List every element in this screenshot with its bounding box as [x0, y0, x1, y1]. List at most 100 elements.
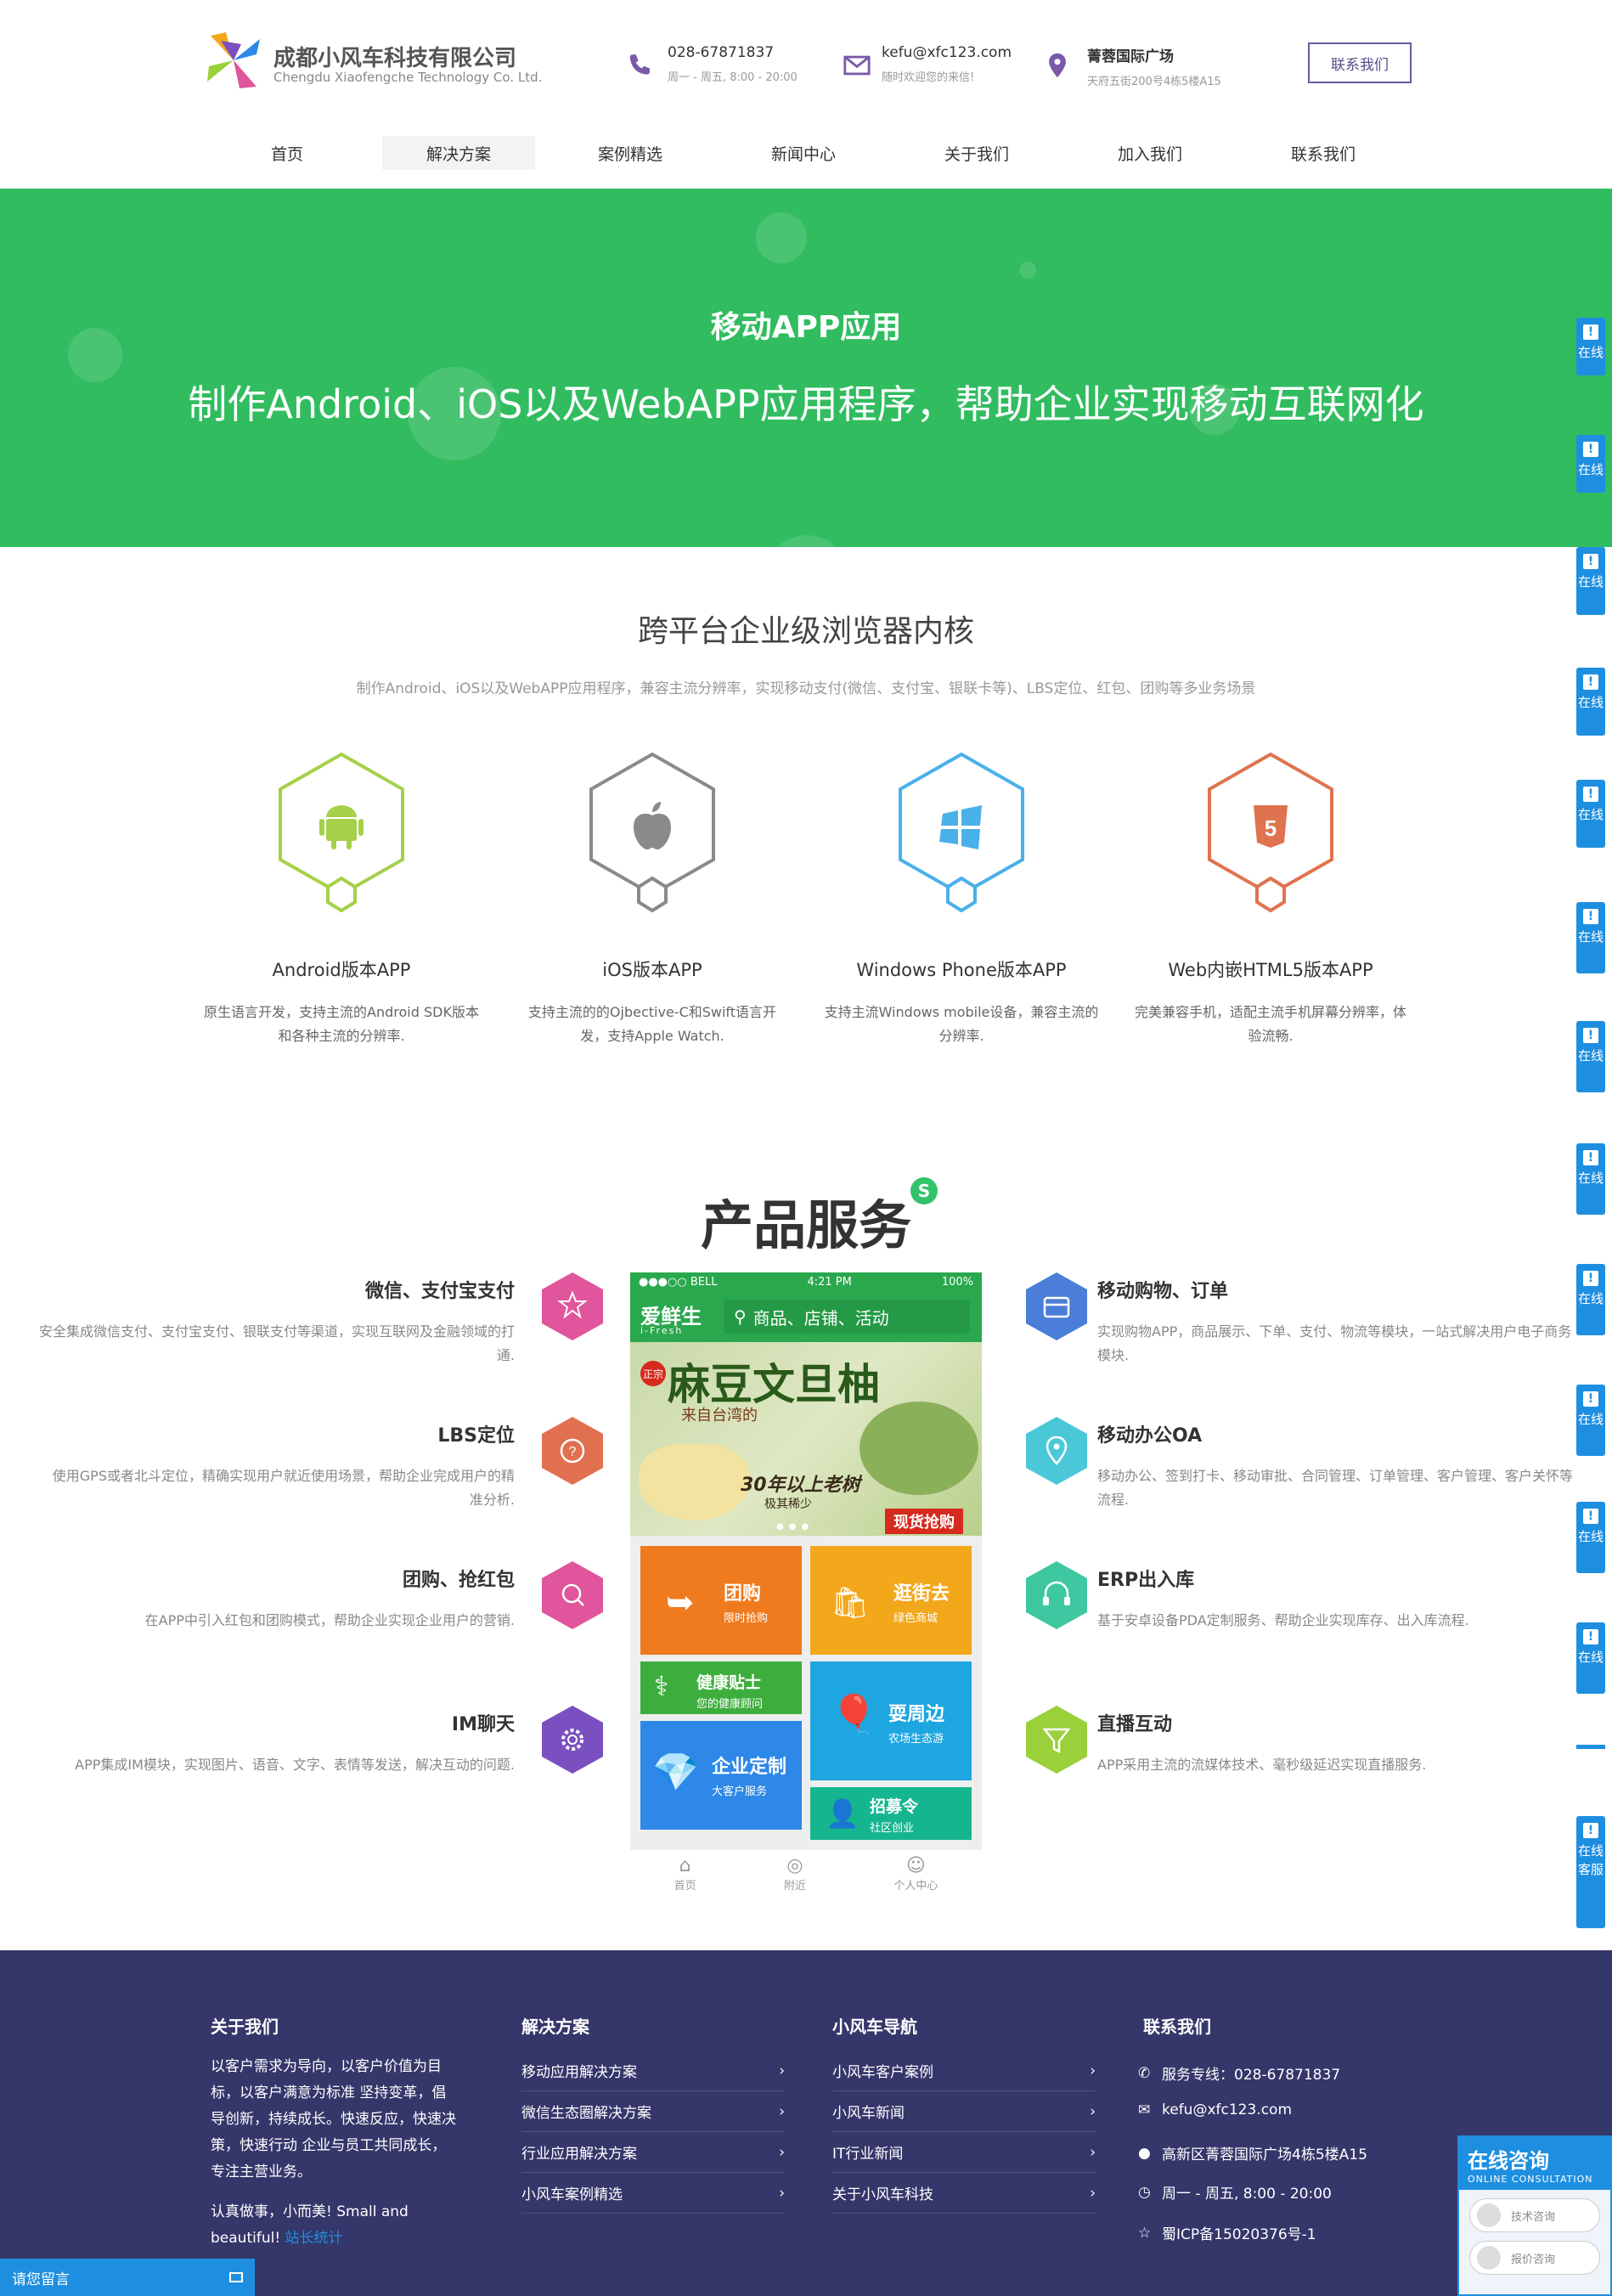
- alert-icon: !: [1583, 1150, 1598, 1165]
- location-pin-icon: [1049, 53, 1066, 78]
- company-english-name: Chengdu Xiaofengche Technology Co. Ltd.: [273, 70, 543, 85]
- online-consult-tab[interactable]: ! 在线: [1576, 435, 1605, 493]
- footer-contact-address: ● 高新区菁蓉国际广场4栋5楼A15: [1138, 2144, 1367, 2164]
- online-consult-tab[interactable]: ! 在线: [1576, 1385, 1605, 1456]
- nav-cases[interactable]: 案例精选: [554, 136, 707, 170]
- alert-icon: !: [1583, 324, 1598, 340]
- banner-cta[interactable]: 现货抢购: [885, 1509, 963, 1534]
- online-consultation-widget: 在线咨询 ONLINE CONSULTATION 技术咨询 报价咨询: [1457, 2135, 1612, 2296]
- alert-icon: !: [1583, 554, 1598, 569]
- location-icon: [1026, 1417, 1087, 1485]
- footer-nav-link[interactable]: 小风车新闻 ›: [832, 2091, 1096, 2132]
- nav-about[interactable]: 关于我们: [900, 136, 1053, 170]
- company-name: 成都小风车科技有限公司: [273, 46, 517, 71]
- price-consult-button[interactable]: 报价咨询: [1469, 2241, 1600, 2275]
- side-divider: [1576, 1745, 1605, 1749]
- html5-icon: 5: [1208, 752, 1333, 912]
- nav-contact[interactable]: 联系我们: [1247, 136, 1400, 170]
- alert-icon: !: [1583, 909, 1598, 924]
- footer-solution-link[interactable]: 微信生态圈解决方案 ›: [521, 2091, 785, 2132]
- app-search-bar[interactable]: ⚲ 商品、店铺、活动: [724, 1300, 970, 1334]
- hero-banner: 移动APP应用 制作Android、iOS以及WebAPP应用程序，帮助企业实现…: [0, 189, 1612, 547]
- footer-solution-link[interactable]: 移动应用解决方案 ›: [521, 2051, 785, 2091]
- tab-profile[interactable]: ☺ 个人中心: [893, 1855, 938, 1893]
- online-consult-tab[interactable]: ! 在线: [1576, 668, 1605, 736]
- alert-icon: !: [1583, 674, 1598, 690]
- online-consult-tab[interactable]: ! 在线: [1576, 1021, 1605, 1092]
- footer-solution-link[interactable]: 行业应用解决方案 ›: [521, 2132, 785, 2173]
- tile-recruit[interactable]: 👤 招募令 社区创业: [810, 1787, 972, 1840]
- feature-oa: 移动办公OA 移动办公、签到打卡、移动审批、合同管理、订单管理、客户管理、客户关…: [1097, 1425, 1574, 1508]
- stats-link[interactable]: 站长统计: [285, 2230, 343, 2247]
- online-consult-tab[interactable]: ! 在线: [1576, 1502, 1605, 1573]
- footer-nav-link[interactable]: IT行业新闻 ›: [832, 2132, 1096, 2173]
- online-consult-tab[interactable]: ! 在线: [1576, 902, 1605, 973]
- alert-icon: !: [1583, 787, 1598, 802]
- platform-html5: 5 Web内嵌HTML5版本APP 完美兼容手机，适配主流手机屏幕分辨率，体验流…: [1126, 751, 1415, 1048]
- tile-health[interactable]: ⚕ 健康贴士 您的健康顾问: [640, 1661, 802, 1714]
- user-icon: ☺: [905, 1855, 926, 1876]
- tech-consult-button[interactable]: 技术咨询: [1469, 2198, 1600, 2232]
- tile-nearby[interactable]: 🎈 耍周边 农场生态游: [810, 1661, 972, 1780]
- tab-home[interactable]: ⌂ 首页: [674, 1855, 696, 1893]
- app-tiles: ➥ 团购 限时抢购 🛍 逛街去 绿色商城 ⚕ 健康贴士 您的健康顾问 🎈 耍周边 农场生…: [630, 1536, 982, 1850]
- tab-nearby[interactable]: ◎ 附近: [784, 1855, 806, 1893]
- platform-android: Android版本APP 原生语言开发，支持主流的Android SDK版本和各…: [197, 751, 486, 1048]
- app-phone-mockup: ●●●○○ BELL 4:21 PM 100% 爱鲜生 i-Fresh ⚲ 商品…: [630, 1272, 982, 1906]
- footer-about: 以客户需求为导向，以客户价值为目标，以客户满意为标准 坚持变革，倡导创新，持续成…: [211, 2058, 456, 2247]
- nav-solutions[interactable]: 解决方案: [382, 136, 535, 170]
- maximize-icon[interactable]: [229, 2272, 243, 2282]
- feature-payment: 微信、支付宝支付 安全集成微信支付、支付宝支付、银联支付等渠道，实现互联网及金融…: [39, 1281, 516, 1363]
- alert-icon: !: [1583, 1028, 1598, 1043]
- search-icon: [542, 1561, 603, 1629]
- tile-shopping[interactable]: 🛍 逛街去 绿色商城: [810, 1546, 972, 1655]
- footer-solution-link[interactable]: 小风车案例精选 ›: [521, 2173, 785, 2214]
- alert-icon: !: [1583, 1509, 1598, 1524]
- platform-windows-phone: Windows Phone版本APP 支持主流Windows mobile设备，…: [817, 751, 1106, 1048]
- android-icon: [279, 752, 404, 912]
- contact-us-button[interactable]: 联系我们: [1308, 42, 1412, 83]
- carousel-dots[interactable]: ●●●: [776, 1522, 814, 1532]
- star-icon: ☆: [1138, 2224, 1152, 2242]
- site-header: 成都小风车科技有限公司 Chengdu Xiaofengche Technolo…: [0, 0, 1612, 119]
- online-consult-tab[interactable]: ! 在线: [1576, 1264, 1605, 1335]
- star-icon: [542, 1272, 603, 1340]
- tile-groupbuy[interactable]: ➥ 团购 限时抢购: [640, 1546, 802, 1655]
- svg-text:5: 5: [1265, 815, 1277, 841]
- pinwheel-logo-icon[interactable]: [204, 31, 263, 90]
- user-icon: 👤: [826, 1797, 860, 1830]
- footer-nav-link[interactable]: 小风车客户案例 ›: [832, 2051, 1096, 2091]
- leave-message-bar[interactable]: 请您留言: [0, 2259, 255, 2296]
- app-banner[interactable]: 正宗 麻豆文旦柚 来自台湾的 30年以上老树 极其稀少 现货抢购 ●●●: [630, 1342, 982, 1536]
- online-consult-tab[interactable]: ! 在线: [1576, 318, 1605, 375]
- bubble-decoration: [764, 535, 849, 547]
- footer-contact-icp: ☆ 蜀ICP备15020376号-1: [1138, 2224, 1316, 2244]
- online-service-tab[interactable]: ! 在线客服: [1576, 1816, 1605, 1928]
- feature-im: IM聊天 APP集成IM模块，实现图片、语音、文字、表情等发送，解决互动的问题.: [75, 1714, 515, 1773]
- chevron-right-icon: ›: [779, 2143, 785, 2161]
- tile-enterprise[interactable]: 💎 企业定制 大客户服务: [640, 1721, 802, 1830]
- chevron-right-icon: ›: [1090, 2062, 1096, 2079]
- nav-news[interactable]: 新闻中心: [727, 136, 880, 170]
- online-consult-tab[interactable]: ! 在线: [1576, 547, 1605, 615]
- nav-join[interactable]: 加入我们: [1074, 136, 1226, 170]
- site-footer: 关于我们 以客户需求为导向，以客户价值为目标，以客户满意为标准 坚持变革，倡导创…: [0, 1950, 1612, 2296]
- location-icon: ◎: [786, 1855, 803, 1876]
- online-consult-tab[interactable]: ! 在线: [1576, 780, 1605, 848]
- svg-text:?: ?: [569, 1445, 577, 1459]
- chevron-right-icon: ›: [1090, 2102, 1096, 2120]
- avatar-icon: [1477, 2246, 1501, 2270]
- footer-about-title: 关于我们: [211, 2017, 279, 2037]
- nav-home[interactable]: 首页: [211, 136, 364, 170]
- platforms-title: 跨平台企业级浏览器内核: [637, 614, 974, 649]
- clock-icon: ◷: [1138, 2183, 1151, 2201]
- online-consult-tab[interactable]: ! 在线: [1576, 1143, 1605, 1215]
- alert-icon: !: [1583, 1823, 1598, 1838]
- headset-icon: [1026, 1561, 1087, 1629]
- online-consult-tab[interactable]: ! 在线: [1576, 1622, 1605, 1694]
- services-title: 产品服务: [700, 1194, 911, 1256]
- footer-nav-link[interactable]: 关于小风车科技 ›: [832, 2173, 1096, 2214]
- alert-icon: !: [1583, 1629, 1598, 1644]
- pin-icon: ●: [1138, 2144, 1151, 2162]
- chevron-right-icon: ›: [779, 2184, 785, 2202]
